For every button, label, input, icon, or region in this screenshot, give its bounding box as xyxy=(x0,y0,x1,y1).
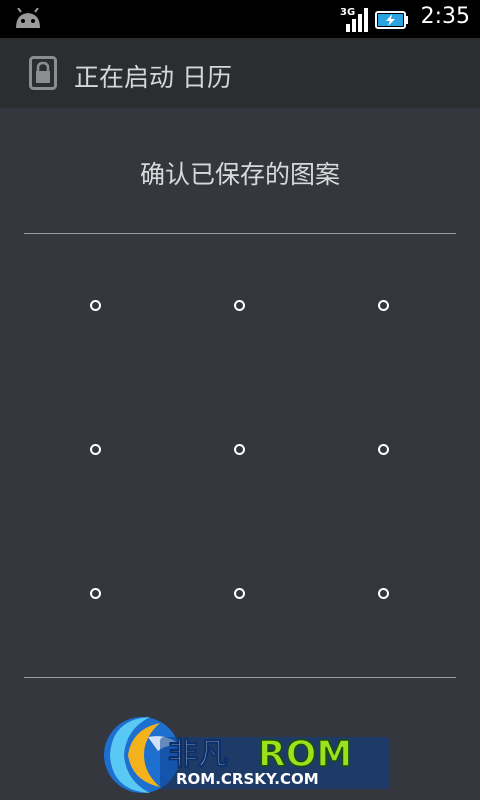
pattern-dot-1[interactable] xyxy=(90,300,101,311)
watermark-url: ROM.CRSKY.COM xyxy=(176,770,319,788)
pattern-dot-6[interactable] xyxy=(378,444,389,455)
watermark-product: ROM xyxy=(258,734,352,775)
pattern-instruction-heading: 确认已保存的图案 xyxy=(139,160,340,189)
top-divider xyxy=(24,233,456,234)
battery-charging-icon xyxy=(375,11,408,29)
pattern-dot-4[interactable] xyxy=(90,444,101,455)
signal-strength-icon xyxy=(346,8,368,32)
watermark-brand: 非凡 xyxy=(168,737,228,772)
pattern-dot-9[interactable] xyxy=(378,588,389,599)
page-title: 正在启动 日历 xyxy=(74,63,232,92)
pattern-dot-3[interactable] xyxy=(378,300,389,311)
lock-icon xyxy=(29,56,57,90)
pattern-dot-5[interactable] xyxy=(234,444,245,455)
title-bar: 正在启动 日历 xyxy=(0,38,480,108)
pattern-dot-2[interactable] xyxy=(234,300,245,311)
pattern-dot-7[interactable] xyxy=(90,588,101,599)
status-clock: 2:35 xyxy=(420,4,470,29)
pattern-dot-8[interactable] xyxy=(234,588,245,599)
bottom-divider xyxy=(24,677,456,678)
watermark-logo: 非凡 ROM ROM.CRSKY.COM xyxy=(104,717,390,793)
status-bar: 3G 2:35 xyxy=(0,0,480,38)
android-notification-icon xyxy=(16,8,40,28)
